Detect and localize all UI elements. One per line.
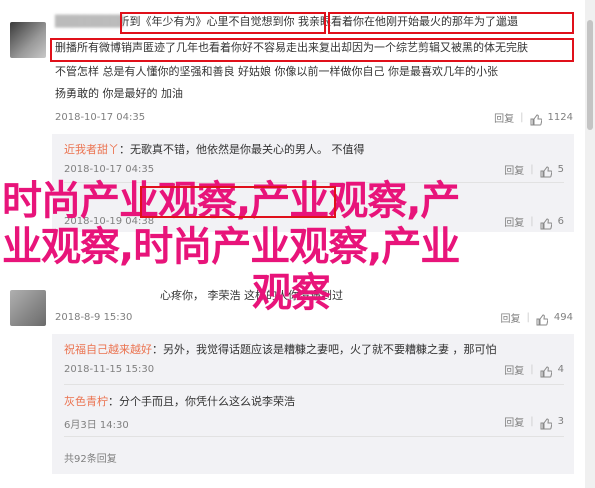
thumbs-up-icon[interactable] — [530, 113, 542, 126]
reply-actions: 回复 | 4 — [504, 362, 564, 377]
reply-text: 灰色青柠：分个手而且，你凭什么这么说李荣浩 — [64, 395, 295, 408]
divider — [64, 384, 564, 385]
like-count: 494 — [553, 312, 573, 323]
reply-actions: 回复 | 3 — [504, 414, 564, 429]
divider: | — [530, 164, 534, 175]
like-count: 1124 — [547, 112, 573, 123]
comment-actions: 回复 | 1124 — [494, 110, 573, 125]
reply-thread: 祝福自己越来越好：另外，我觉得话题应该是糟糠之妻吧，火了就不要糟糠之妻 ，那可怕… — [52, 334, 574, 474]
watermark-text: 业观察,时尚产业观察,产业 — [2, 224, 460, 270]
comment-text-line: 不管怎样 总是有人懂你的坚强和善良 好姑娘 你像以前一样做你自己 你是最喜欢几年… — [55, 65, 498, 78]
reply-button[interactable]: 回复 — [504, 414, 524, 429]
comment-actions: 回复 | 494 — [501, 310, 573, 325]
reply-username[interactable]: 灰色青柠 — [64, 395, 108, 408]
highlight-box — [328, 12, 574, 34]
reply-button[interactable]: 回复 — [504, 162, 524, 177]
avatar[interactable] — [10, 22, 46, 58]
highlight-box — [50, 38, 574, 62]
reply-timestamp: 2018-11-15 15:30 — [64, 364, 155, 375]
thumbs-up-icon[interactable] — [540, 365, 552, 378]
scrollbar-thumb[interactable] — [587, 20, 593, 130]
reply-timestamp: 6月3日 14:30 — [64, 420, 129, 431]
comment-timestamp: 2018-8-9 15:30 — [55, 312, 133, 323]
divider: | — [530, 216, 534, 227]
reply-username[interactable]: 祝福自己越来越好 — [64, 343, 152, 356]
like-count: 4 — [557, 364, 564, 375]
like-count: 6 — [557, 216, 564, 227]
thumbs-up-icon[interactable] — [540, 217, 552, 230]
avatar[interactable] — [10, 290, 46, 326]
thumbs-up-icon[interactable] — [540, 165, 552, 178]
watermark-text: 观察 — [252, 270, 331, 316]
reply-button[interactable]: 回复 — [504, 362, 524, 377]
highlight-box — [120, 12, 326, 34]
reply-text: 祝福自己越来越好：另外，我觉得话题应该是糟糠之妻吧，火了就不要糟糠之妻 ，那可怕 — [64, 343, 497, 356]
more-replies-link[interactable]: 共92条回复 — [64, 450, 117, 465]
scrollbar[interactable] — [585, 0, 595, 488]
reply-text: 近我者甜丫：无歌真不错，他依然是你最关心的男人。 不值得 — [64, 143, 365, 156]
like-count: 3 — [557, 416, 564, 427]
divider: | — [520, 112, 524, 123]
thumbs-up-icon[interactable] — [540, 417, 552, 430]
comment-timestamp: 2018-10-17 04:35 — [55, 112, 146, 123]
reply-timestamp: 2018-10-17 04:35 — [64, 164, 155, 175]
reply-button[interactable]: 回复 — [494, 110, 514, 125]
comment-text-line: 扬勇敢的 你是最好的 加油 — [55, 87, 183, 100]
reply-button[interactable]: 回复 — [504, 214, 524, 229]
divider: | — [530, 364, 534, 375]
reply-actions: 回复 | 5 — [504, 162, 564, 177]
reply-username[interactable]: 近我者甜丫 — [64, 143, 119, 156]
divider: | — [530, 416, 534, 427]
thumbs-up-icon[interactable] — [536, 313, 548, 326]
like-count: 5 — [557, 164, 564, 175]
reply-button[interactable]: 回复 — [501, 310, 521, 325]
reply-actions: 回复 | 6 — [504, 214, 564, 229]
highlight-box — [140, 186, 336, 218]
username-blurred[interactable]: ████████ — [55, 14, 123, 30]
divider — [64, 436, 564, 437]
divider: | — [526, 312, 530, 323]
